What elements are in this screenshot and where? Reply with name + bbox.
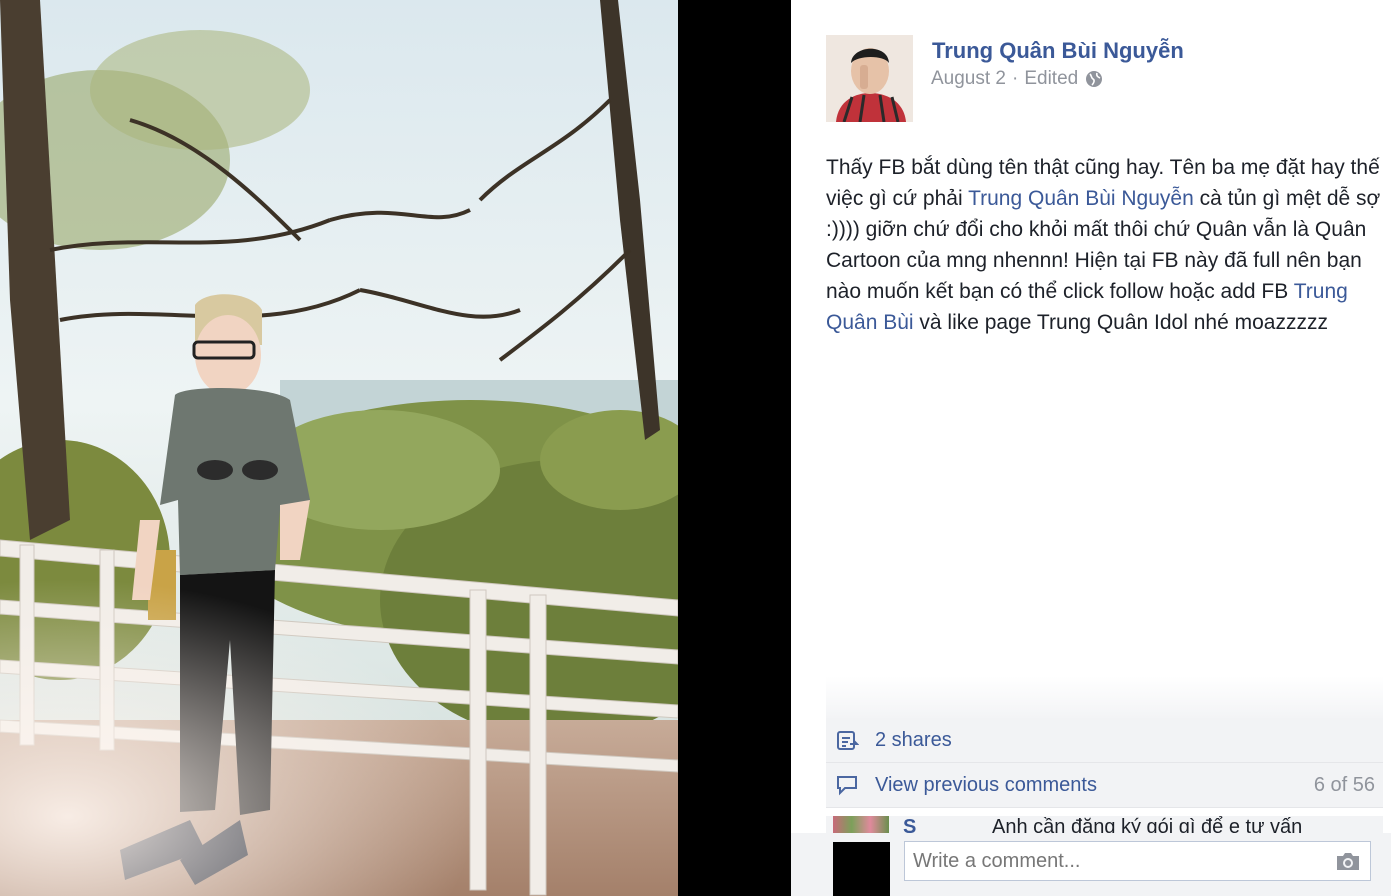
feedback-section: 2 shares View previous comments 6 of 56	[826, 718, 1383, 808]
post-photo[interactable]	[0, 0, 678, 896]
photo-illustration	[0, 0, 678, 896]
post-side-panel: Trung Quân Bùi Nguyễn August 2 · Edited …	[791, 0, 1391, 896]
photo-letterbox	[678, 0, 791, 896]
author-avatar[interactable]	[826, 35, 913, 122]
comment-count: 6 of 56	[1313, 773, 1375, 796]
globe-icon[interactable]	[1085, 70, 1103, 88]
share-icon	[835, 728, 860, 752]
comment-box[interactable]	[904, 841, 1371, 881]
viewer-avatar	[833, 842, 890, 896]
comment-composer	[791, 833, 1391, 896]
avatar-image	[826, 35, 913, 122]
post-text-segment: và like page Trung Quân Idol nhé moazzzz…	[913, 311, 1328, 334]
post-meta: August 2 · Edited	[931, 68, 1103, 90]
meta-separator: ·	[1012, 68, 1019, 89]
ufi-fade	[826, 676, 1383, 718]
mention-link-full-name[interactable]: Trung Quân Bùi Nguyễn	[968, 187, 1194, 210]
edited-label[interactable]: Edited	[1024, 68, 1078, 90]
post-body-text: Thấy FB bắt dùng tên thật cũng hay. Tên …	[826, 152, 1386, 338]
author-name-link[interactable]: Trung Quân Bùi Nguyễn	[932, 38, 1184, 64]
comment-icon	[835, 773, 859, 797]
view-previous-row[interactable]: View previous comments 6 of 56	[826, 763, 1383, 808]
camera-icon[interactable]	[1335, 850, 1361, 872]
post-date[interactable]: August 2	[931, 68, 1006, 90]
view-previous-comments-link[interactable]: View previous comments	[875, 774, 1097, 797]
shares-row[interactable]: 2 shares	[826, 718, 1383, 763]
comment-input[interactable]	[905, 842, 1341, 880]
shares-link[interactable]: 2 shares	[875, 729, 952, 752]
